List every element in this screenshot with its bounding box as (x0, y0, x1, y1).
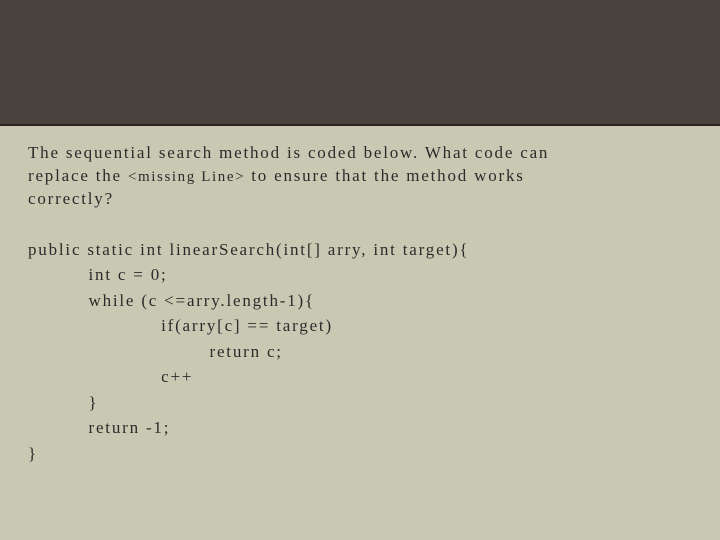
code-line: while (c <=arry.length-1){ (28, 291, 315, 310)
missing-line-placeholder: <missing Line> (128, 169, 245, 185)
slide-content: The sequential search method is coded be… (0, 126, 720, 466)
question-line1: The sequential search method is coded be… (28, 143, 549, 162)
code-line: } (28, 393, 98, 412)
question-line2-post: to ensure that the method works (245, 166, 525, 185)
question-block: The sequential search method is coded be… (28, 142, 692, 211)
code-line: return c; (28, 342, 283, 361)
code-block: public static int linearSearch(int[] arr… (28, 237, 692, 467)
code-line: int c = 0; (28, 265, 168, 284)
code-line: c++ (28, 367, 193, 386)
code-line: return -1; (28, 418, 170, 437)
code-line: if(arry[c] == target) (28, 316, 333, 335)
code-line: public static int linearSearch(int[] arr… (28, 240, 469, 259)
question-line3: correctly? (28, 189, 114, 208)
slide-header-bar (0, 0, 720, 126)
code-line: } (28, 444, 38, 463)
question-line2-pre: replace the (28, 166, 128, 185)
